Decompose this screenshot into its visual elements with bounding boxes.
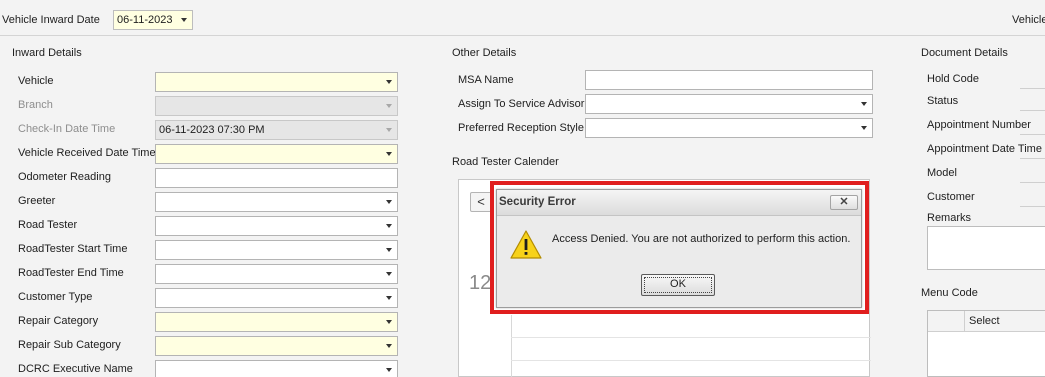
inward-date-label: Vehicle Inward Date xyxy=(2,14,100,26)
roadtester-start-time-dropdown[interactable] xyxy=(155,240,398,260)
road-tester-calendar-title: Road Tester Calender xyxy=(452,156,559,168)
branch-label: Branch xyxy=(18,99,53,111)
odometer-reading-label: Odometer Reading xyxy=(18,171,111,183)
model-value-line xyxy=(1020,182,1045,183)
ok-button[interactable]: OK xyxy=(641,274,715,296)
menu-grid-select-column[interactable]: Select xyxy=(969,315,1000,327)
menu-grid-header: Select xyxy=(928,311,1045,332)
warning-icon xyxy=(510,230,542,259)
chevron-down-icon[interactable] xyxy=(386,152,392,156)
remarks-label: Remarks xyxy=(927,212,972,224)
inward-date-value: 06-11-2023 xyxy=(117,14,173,26)
branch-dropdown xyxy=(155,96,398,116)
inward-details-title: Inward Details xyxy=(12,47,82,59)
odometer-reading-field[interactable] xyxy=(155,168,398,188)
roadtester-start-time-label: RoadTester Start Time xyxy=(18,243,128,255)
calendar-prev-button[interactable]: < xyxy=(470,192,492,212)
vehicle-received-date-time-label: Vehicle Received Date Time xyxy=(18,147,156,159)
repair-sub-category-dropdown[interactable] xyxy=(155,336,398,356)
vehicle-dropdown[interactable] xyxy=(155,72,398,92)
inward-date-picker[interactable]: 06-11-2023 xyxy=(113,10,193,30)
road-tester-dropdown[interactable] xyxy=(155,216,398,236)
chevron-down-icon[interactable] xyxy=(386,344,392,348)
assign-to-service-advisor-dropdown[interactable] xyxy=(585,94,873,114)
dialog-titlebar[interactable]: Security Error ✕ xyxy=(497,190,861,216)
calendar-grid-divider xyxy=(511,315,512,377)
repair-sub-category-label: Repair Sub Category xyxy=(18,339,121,351)
menu-grid-separator xyxy=(964,311,965,332)
preferred-reception-style-dropdown[interactable] xyxy=(585,118,873,138)
ok-focus-outline xyxy=(644,277,712,293)
vehicle-received-date-time-dropdown[interactable] xyxy=(155,144,398,164)
chevron-down-icon[interactable] xyxy=(386,224,392,228)
vehicle-label: Vehicle xyxy=(18,75,54,87)
appointment-number-value-line xyxy=(1020,134,1045,135)
roadtester-end-time-label: RoadTester End Time xyxy=(18,267,124,279)
chevron-down-icon[interactable] xyxy=(386,80,392,84)
customer-label: Customer xyxy=(927,191,975,203)
chevron-down-icon[interactable] xyxy=(386,272,392,276)
check-in-date-time-dropdown: 06-11-2023 07:30 PM xyxy=(155,120,398,140)
preferred-reception-style-label: Preferred Reception Style xyxy=(458,122,584,134)
appointment-number-label: Appointment Number xyxy=(927,119,1031,131)
chevron-down-icon[interactable] xyxy=(181,18,187,22)
document-details-title: Document Details xyxy=(921,47,1008,59)
menu-code-grid[interactable]: Select xyxy=(927,310,1045,377)
dialog-title: Security Error xyxy=(499,196,576,208)
check-in-date-time-value: 06-11-2023 07:30 PM xyxy=(159,124,265,136)
msa-name-field[interactable] xyxy=(585,70,873,90)
status-value-line xyxy=(1020,110,1045,111)
close-icon: ✕ xyxy=(839,196,849,208)
hold-code-value-line xyxy=(1020,88,1045,89)
appointment-date-time-value-line xyxy=(1020,158,1045,159)
top-toolbar: Vehicle Inward Date 06-11-2023 Vehicle xyxy=(0,0,1045,36)
hold-code-label: Hold Code xyxy=(927,73,979,85)
customer-type-dropdown[interactable] xyxy=(155,288,398,308)
dialog-message: Access Denied. You are not authorized to… xyxy=(552,233,851,245)
chevron-down-icon[interactable] xyxy=(386,368,392,372)
greeter-dropdown[interactable] xyxy=(155,192,398,212)
appointment-date-time-label: Appointment Date Time xyxy=(927,143,1042,155)
calendar-grid-line xyxy=(511,337,871,338)
chevron-down-icon[interactable] xyxy=(861,126,867,130)
customer-value-line xyxy=(1020,206,1045,207)
calendar-grid-line xyxy=(511,360,871,361)
model-label: Model xyxy=(927,167,957,179)
dcrc-executive-name-dropdown[interactable] xyxy=(155,360,398,377)
assign-to-service-advisor-label: Assign To Service Advisor xyxy=(458,98,585,110)
repair-category-label: Repair Category xyxy=(18,315,99,327)
roadtester-end-time-dropdown[interactable] xyxy=(155,264,398,284)
chevron-down-icon[interactable] xyxy=(386,320,392,324)
check-in-date-time-label: Check-In Date Time xyxy=(18,123,116,135)
greeter-label: Greeter xyxy=(18,195,56,207)
chevron-down-icon[interactable] xyxy=(386,248,392,252)
chevron-down-icon xyxy=(386,128,392,132)
status-label: Status xyxy=(927,95,959,107)
dialog-close-button[interactable]: ✕ xyxy=(830,195,858,210)
chevron-down-icon[interactable] xyxy=(386,296,392,300)
remarks-textarea[interactable] xyxy=(927,226,1045,270)
security-error-dialog: Security Error ✕ Access Denied. You are … xyxy=(496,189,862,308)
customer-type-label: Customer Type xyxy=(18,291,93,303)
chevron-down-icon xyxy=(386,104,392,108)
road-tester-label: Road Tester xyxy=(18,219,78,231)
menu-code-title: Menu Code xyxy=(921,287,978,299)
chevron-down-icon[interactable] xyxy=(386,200,392,204)
dcrc-executive-name-label: DCRC Executive Name xyxy=(18,363,133,375)
vehicle-label-right: Vehicle xyxy=(1012,14,1045,26)
repair-category-dropdown[interactable] xyxy=(155,312,398,332)
calendar-day-number: 12 xyxy=(469,272,492,294)
other-details-title: Other Details xyxy=(452,47,517,59)
msa-name-label: MSA Name xyxy=(458,74,514,86)
chevron-down-icon[interactable] xyxy=(861,102,867,106)
